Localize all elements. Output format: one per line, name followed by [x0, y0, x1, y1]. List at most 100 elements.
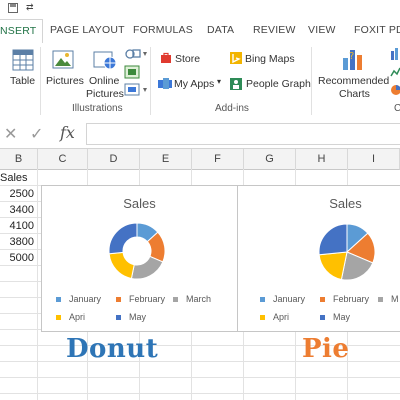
- insert-function-button[interactable]: fx: [60, 123, 75, 142]
- column-header-d[interactable]: D: [88, 149, 140, 170]
- legend-label: May: [129, 312, 147, 322]
- my-apps-dropdown-icon[interactable]: ▾: [217, 77, 221, 86]
- cell-b-header[interactable]: Sales: [0, 172, 28, 184]
- pictures-button[interactable]: Pictures: [46, 75, 84, 87]
- my-apps-button[interactable]: My Apps: [174, 78, 214, 90]
- legend-label: March: [186, 294, 212, 304]
- cell-b-value[interactable]: 3800: [0, 236, 34, 248]
- legend-item: March: [173, 294, 211, 304]
- online-pictures-icon: [93, 51, 117, 70]
- tab-view[interactable]: VIEW: [308, 24, 336, 36]
- cell-b-value[interactable]: 3400: [0, 204, 34, 216]
- charts-group-label: C: [394, 103, 400, 114]
- formula-input[interactable]: [86, 123, 400, 145]
- legend-item: May: [320, 312, 350, 322]
- online-pictures-button-line2[interactable]: Pictures: [86, 88, 124, 100]
- my-apps-icon: [158, 78, 172, 89]
- donut-chart[interactable]: Sales January February March Apri May: [41, 185, 238, 332]
- addins-group-label: Add-ins: [215, 103, 249, 114]
- recommended-charts-button[interactable]: Recommended: [318, 75, 389, 87]
- legend-label: January: [273, 294, 306, 304]
- donut-slice-april[interactable]: [108, 251, 135, 280]
- pie-chart[interactable]: Sales January February M Apri May: [237, 185, 400, 332]
- ribbon: Table Pictures Online Pictures Illustrat…: [0, 43, 400, 121]
- chart-title: Sales: [329, 196, 362, 211]
- screenshot-icon[interactable]: [124, 83, 148, 97]
- column-header-e[interactable]: E: [140, 149, 192, 170]
- legend-item: May: [116, 312, 146, 322]
- legend-item: Apri: [56, 312, 85, 322]
- tab-data[interactable]: DATA: [207, 24, 234, 36]
- column-chart-icon[interactable]: [390, 47, 400, 61]
- legend-swatch: [320, 297, 325, 303]
- people-graph-icon: [230, 78, 242, 90]
- store-button[interactable]: Store: [175, 53, 200, 65]
- donut-caption: Donut: [66, 334, 159, 364]
- pictures-icon: [52, 50, 74, 69]
- legend-label: May: [333, 312, 351, 322]
- legend-label: January: [69, 294, 102, 304]
- tab-review[interactable]: REVIEW: [253, 24, 296, 36]
- formula-bar: ✕ ✓ fx: [0, 120, 400, 149]
- tab-formulas[interactable]: FORMULAS: [133, 24, 193, 36]
- pie-slice-may[interactable]: [318, 223, 348, 256]
- legend-swatch: [116, 297, 121, 303]
- shapes-icon[interactable]: [124, 47, 148, 61]
- recommended-charts-button-line2[interactable]: Charts: [339, 88, 370, 100]
- legend-swatch: [260, 297, 265, 303]
- legend-item: M: [378, 294, 399, 304]
- store-icon: [161, 52, 171, 63]
- column-header-c[interactable]: C: [38, 149, 88, 170]
- pie-plot: [318, 223, 376, 281]
- gridline: [37, 169, 38, 400]
- legend-swatch: [378, 297, 383, 303]
- legend-label: M: [391, 294, 399, 304]
- legend-label: Apri: [273, 312, 290, 322]
- bing-maps-button[interactable]: Bing Maps: [245, 53, 295, 65]
- legend-item: February: [116, 294, 165, 304]
- line-chart-icon[interactable]: [390, 65, 400, 79]
- legend-swatch: [56, 315, 61, 321]
- gridline: [0, 393, 400, 394]
- legend-label: Apri: [69, 312, 86, 322]
- group-separator: [40, 47, 41, 115]
- donut-slice-march[interactable]: [130, 255, 164, 280]
- gridline: [0, 377, 400, 378]
- tab-foxit-pdf[interactable]: FOXIT PDF: [354, 24, 400, 36]
- recommended-charts-icon: ?: [343, 50, 362, 70]
- pie-caption: Pie: [302, 334, 350, 364]
- legend-swatch: [56, 297, 61, 303]
- legend-swatch: [260, 315, 265, 321]
- tab-page-layout[interactable]: PAGE LAYOUT: [50, 24, 125, 36]
- smartart-icon[interactable]: [124, 65, 140, 79]
- legend-item: January: [260, 294, 305, 304]
- legend-swatch: [320, 315, 325, 321]
- save-icon[interactable]: [8, 3, 18, 13]
- column-header-f[interactable]: F: [192, 149, 244, 170]
- table-button[interactable]: Table: [10, 75, 35, 87]
- online-pictures-button[interactable]: Online: [89, 75, 119, 87]
- legend-item: February: [320, 294, 369, 304]
- customize-toolbar-icon[interactable]: ⇄: [26, 2, 34, 13]
- chart-title: Sales: [123, 196, 156, 211]
- legend-label: February: [129, 294, 166, 304]
- legend-label: February: [333, 294, 370, 304]
- quick-access-toolbar: ⇄: [0, 0, 400, 17]
- column-header-h[interactable]: H: [296, 149, 348, 170]
- worksheet-grid[interactable]: B C D E F G H I Sales 2500 3400 4100 380…: [0, 148, 400, 400]
- people-graph-button[interactable]: People Graph: [246, 78, 311, 90]
- cancel-formula-icon[interactable]: ✕: [4, 124, 17, 144]
- cell-b-value[interactable]: 2500: [0, 188, 34, 200]
- bing-maps-icon: [230, 52, 242, 64]
- pie-chart-small-icon[interactable]: [390, 83, 400, 97]
- cell-b-value[interactable]: 5000: [0, 252, 34, 264]
- donut-slice-may[interactable]: [108, 222, 138, 255]
- column-header-b[interactable]: B: [0, 149, 38, 170]
- group-separator: [311, 47, 312, 115]
- cell-b-value[interactable]: 4100: [0, 220, 34, 232]
- table-icon: [12, 49, 34, 71]
- enter-formula-icon[interactable]: ✓: [30, 124, 43, 144]
- column-header-g[interactable]: G: [244, 149, 296, 170]
- column-header-i[interactable]: I: [348, 149, 400, 170]
- legend-item: Apri: [260, 312, 289, 322]
